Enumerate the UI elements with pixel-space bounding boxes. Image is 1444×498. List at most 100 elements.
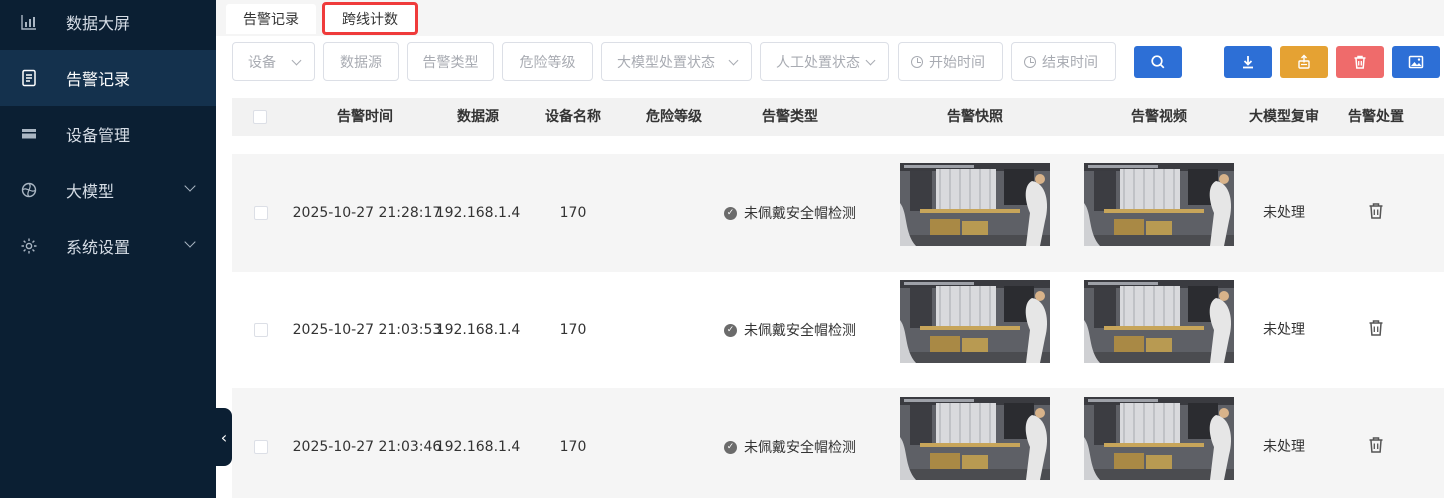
export-button[interactable]	[1280, 46, 1328, 78]
image-icon	[1408, 55, 1424, 69]
camera-scene-image	[1084, 163, 1234, 246]
cell-llm-review: 未处理	[1263, 439, 1305, 455]
alarm-type-placeholder: 告警类型	[422, 54, 479, 71]
model-swirl-icon	[20, 181, 38, 199]
header-danger-level: 危险等级	[646, 109, 702, 125]
trash-icon	[1369, 437, 1383, 453]
camera-scene-image	[900, 163, 1050, 246]
cell-device-name: 170	[559, 439, 587, 455]
check-circle-icon: ✓	[724, 206, 737, 220]
row-checkbox[interactable]	[254, 440, 268, 454]
cell-device-name: 170	[559, 205, 587, 221]
table-row: 2025-10-27 21:28:17 192.168.1.4 170 ✓ 未佩…	[232, 154, 1444, 272]
row-delete-button[interactable]	[1368, 202, 1384, 224]
header-alarm-handle: 告警处置	[1348, 109, 1404, 125]
row-delete-button[interactable]	[1368, 436, 1384, 458]
cell-alarm-time: 2025-10-27 21:03:53	[292, 322, 442, 338]
sidebar-item-llm[interactable]: 大模型	[0, 162, 216, 218]
tabs-bar: 告警记录 跨线计数	[216, 0, 1444, 36]
sidebar-collapse-button[interactable]: ‹	[216, 408, 232, 466]
row-delete-button[interactable]	[1368, 319, 1384, 341]
sidebar-item-device-management[interactable]: 设备管理	[0, 106, 216, 162]
danger-level-input[interactable]: 危险等级	[502, 42, 593, 81]
camera-scene-image	[900, 280, 1050, 363]
device-select[interactable]: 设备	[232, 42, 315, 81]
alarm-snapshot-thumbnail[interactable]	[900, 163, 1050, 246]
header-device-name: 设备名称	[545, 109, 601, 125]
document-list-icon	[20, 69, 38, 87]
cell-alarm-time: 2025-10-27 21:28:17	[292, 205, 442, 221]
trash-icon	[1354, 55, 1366, 69]
manual-status-select[interactable]: 人工处置状态	[760, 42, 889, 81]
llm-status-select[interactable]: 大模型处置状态	[601, 42, 752, 81]
chevron-left-icon: ‹	[220, 427, 228, 447]
sidebar-item-alarm-records[interactable]: 告警记录	[0, 50, 216, 106]
cell-alarm-type: ✓ 未佩戴安全帽检测	[710, 388, 870, 498]
header-alarm-snapshot: 告警快照	[947, 109, 1003, 125]
image-button[interactable]	[1392, 46, 1440, 78]
chevron-down-icon	[184, 180, 196, 192]
sidebar-item-system-settings[interactable]: 系统设置	[0, 218, 216, 274]
clock-icon	[911, 55, 923, 68]
cell-llm-review: 未处理	[1263, 205, 1305, 221]
alarm-type-text: 未佩戴安全帽检测	[744, 206, 856, 222]
table-row: 2025-10-27 21:03:53 192.168.1.4 170 ✓ 未佩…	[232, 271, 1444, 389]
table-row: 2025-10-27 21:03:46 192.168.1.4 170 ✓ 未佩…	[232, 388, 1444, 498]
tab-alarm-records[interactable]: 告警记录	[226, 4, 316, 34]
start-time-placeholder: 开始时间	[929, 54, 985, 71]
trash-icon	[1369, 203, 1383, 219]
sidebar-item-label: 大模型	[66, 182, 115, 201]
device-select-value: 设备	[248, 54, 276, 71]
delete-button[interactable]	[1336, 46, 1384, 78]
alarm-type-text: 未佩戴安全帽检测	[744, 323, 856, 339]
download-icon	[1243, 56, 1253, 69]
chevron-down-icon	[865, 55, 876, 66]
alarm-video-thumbnail[interactable]	[1084, 163, 1234, 246]
download-button[interactable]	[1224, 46, 1272, 78]
cell-llm-review: 未处理	[1263, 322, 1305, 338]
cell-data-source: 192.168.1.4	[435, 322, 521, 338]
chevron-down-icon	[291, 55, 302, 66]
alarm-type-text: 未佩戴安全帽检测	[744, 440, 856, 456]
data-source-input[interactable]: 数据源	[323, 42, 399, 81]
llm-status-value: 大模型处置状态	[617, 54, 715, 71]
sidebar: 数据大屏 告警记录 设备管理 大模型 系统设置	[0, 0, 216, 498]
camera-scene-image	[1084, 397, 1234, 480]
row-checkbox[interactable]	[254, 323, 268, 337]
sidebar-item-label: 告警记录	[66, 70, 131, 89]
cell-danger-level	[624, 271, 724, 389]
cell-danger-level	[624, 388, 724, 498]
clock-icon	[1024, 55, 1036, 68]
cell-data-source: 192.168.1.4	[435, 205, 521, 221]
sidebar-item-data-screen[interactable]: 数据大屏	[0, 0, 216, 50]
device-stack-icon	[20, 125, 38, 143]
data-source-placeholder: 数据源	[340, 54, 382, 71]
check-circle-icon: ✓	[724, 323, 737, 337]
alarm-snapshot-thumbnail[interactable]	[900, 397, 1050, 480]
chevron-down-icon	[728, 55, 739, 66]
sidebar-item-label: 设备管理	[66, 126, 131, 145]
chevron-down-icon	[184, 236, 196, 248]
search-button[interactable]	[1134, 46, 1182, 78]
danger-level-placeholder: 危险等级	[519, 54, 576, 71]
end-time-picker[interactable]: 结束时间	[1011, 42, 1116, 81]
bar-chart-icon	[20, 13, 38, 31]
gear-icon	[20, 237, 38, 255]
select-all-checkbox[interactable]	[253, 110, 267, 124]
alarm-type-input[interactable]: 告警类型	[407, 42, 494, 81]
camera-scene-image	[1084, 280, 1234, 363]
header-alarm-video: 告警视频	[1131, 109, 1187, 125]
alarm-video-thumbnail[interactable]	[1084, 280, 1234, 363]
row-checkbox[interactable]	[254, 206, 268, 220]
trash-icon	[1369, 320, 1383, 336]
header-data-source: 数据源	[457, 109, 499, 125]
end-time-placeholder: 结束时间	[1042, 54, 1098, 71]
alarm-video-thumbnail[interactable]	[1084, 397, 1234, 480]
start-time-picker[interactable]: 开始时间	[898, 42, 1003, 81]
sidebar-item-label: 数据大屏	[66, 14, 131, 33]
cell-alarm-type: ✓ 未佩戴安全帽检测	[710, 154, 870, 272]
header-alarm-time: 告警时间	[337, 109, 393, 125]
cell-alarm-type: ✓ 未佩戴安全帽检测	[710, 271, 870, 389]
alarm-snapshot-thumbnail[interactable]	[900, 280, 1050, 363]
tab-line-cross-count[interactable]: 跨线计数	[322, 2, 418, 35]
